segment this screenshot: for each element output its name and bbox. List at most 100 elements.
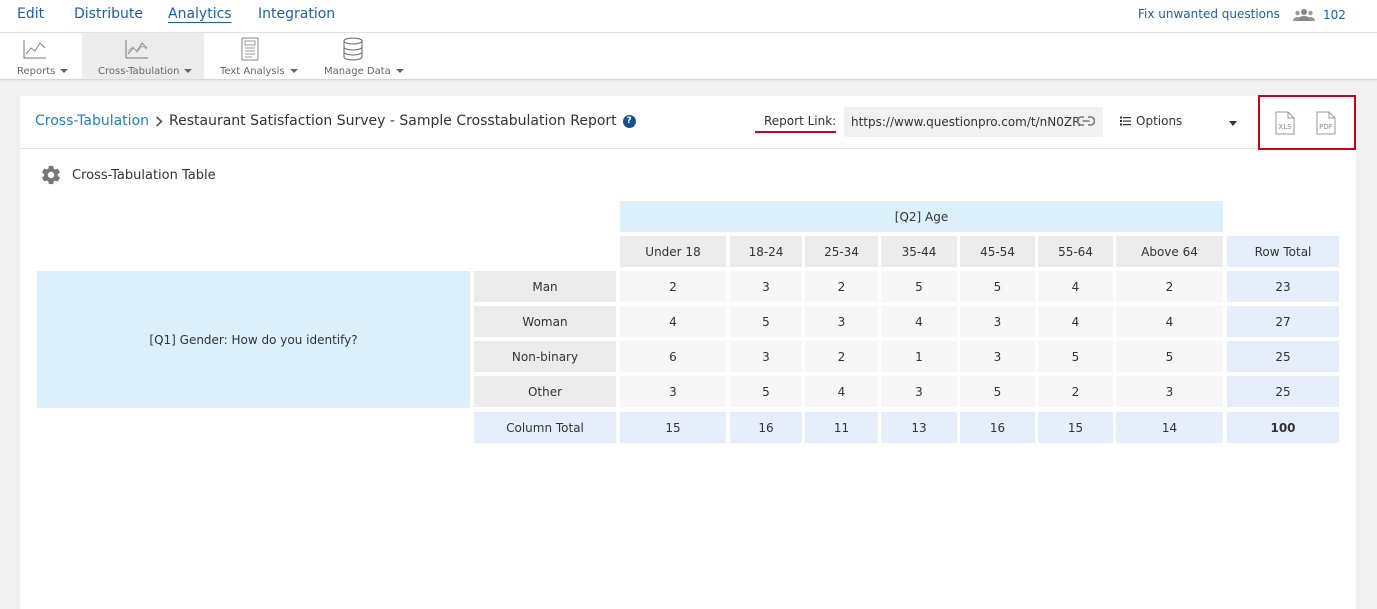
column-header: Under 18: [620, 236, 726, 267]
column-total-cell: 15: [620, 412, 726, 443]
table-cell: 2: [805, 341, 878, 372]
table-cell: 5: [1116, 341, 1223, 372]
table-cell: 3: [881, 376, 957, 407]
export-buttons-highlight: XLS PDF: [1258, 95, 1356, 150]
section-title: Cross-Tabulation Table: [40, 164, 216, 186]
options-dropdown[interactable]: Options: [1120, 114, 1182, 128]
column-header: 55-64: [1038, 236, 1113, 267]
pdf-label: PDF: [1319, 123, 1333, 131]
users-icon: [1293, 9, 1315, 21]
row-label: Non-binary: [474, 341, 616, 372]
table-cell: 3: [960, 341, 1035, 372]
nav-integration[interactable]: Integration: [258, 6, 335, 22]
toolbar-manage-data[interactable]: Manage Data: [308, 33, 408, 79]
report-url-field[interactable]: https://www.questionpro.com/t/nN0ZR: [844, 107, 1103, 137]
toolbar-reports-label: Reports: [17, 66, 56, 77]
cross-tab-chart-icon: [125, 40, 148, 59]
breadcrumb: Cross-Tabulation Restaurant Satisfaction…: [35, 113, 636, 129]
column-total-cell: 13: [881, 412, 957, 443]
top-navigation: Edit Distribute Analytics Integration Fi…: [0, 0, 1377, 33]
chevron-down-icon[interactable]: [1229, 121, 1237, 126]
options-label: Options: [1136, 114, 1183, 128]
column-header: 45-54: [960, 236, 1035, 267]
xls-label: XLS: [1278, 123, 1292, 131]
column-header: 35-44: [881, 236, 957, 267]
nav-edit[interactable]: Edit: [17, 6, 44, 22]
table-cell: 1: [881, 341, 957, 372]
row-total-cell: 27: [1227, 306, 1339, 337]
column-total-cell: 16: [960, 412, 1035, 443]
table-cell: 4: [805, 376, 878, 407]
column-total-label: Column Total: [474, 412, 616, 443]
table-cell: 5: [881, 271, 957, 302]
table-cell: 2: [1038, 376, 1113, 407]
row-total-cell: 25: [1227, 376, 1339, 407]
table-cell: 2: [620, 271, 726, 302]
table-cell: 3: [805, 306, 878, 337]
cross-tabulation-panel: Cross-Tabulation Restaurant Satisfaction…: [20, 95, 1356, 609]
row-label: Woman: [474, 306, 616, 337]
table-cell: 6: [620, 341, 726, 372]
row-label: Man: [474, 271, 616, 302]
table-cell: 4: [881, 306, 957, 337]
chevron-right-icon: [155, 115, 163, 127]
table-cell: 4: [620, 306, 726, 337]
xls-export-button[interactable]: XLS: [1275, 111, 1295, 135]
table-cell: 5: [730, 376, 802, 407]
help-icon[interactable]: ?: [622, 114, 636, 128]
list-icon: [1120, 116, 1131, 126]
table-cell: 5: [960, 271, 1035, 302]
row-label: Other: [474, 376, 616, 407]
table-cell: 3: [730, 271, 802, 302]
toolbar-reports[interactable]: Reports: [0, 33, 82, 79]
toolbar-manage-data-label: Manage Data: [324, 66, 391, 77]
chevron-down-icon: [395, 69, 404, 73]
pdf-export-button[interactable]: PDF: [1316, 111, 1336, 135]
column-header: 18-24: [730, 236, 802, 267]
column-total-cell: 11: [805, 412, 878, 443]
table-cell: 5: [960, 376, 1035, 407]
text-document-icon: [241, 37, 259, 61]
toolbar-cross-tabulation[interactable]: Cross-Tabulation: [82, 33, 204, 79]
copy-link-icon[interactable]: [1077, 115, 1095, 127]
table-cell: 3: [620, 376, 726, 407]
nav-distribute[interactable]: Distribute: [74, 6, 143, 22]
table-cell: 3: [1116, 376, 1223, 407]
column-total-cell: 15: [1038, 412, 1113, 443]
row-total-header: Row Total: [1227, 236, 1339, 267]
user-count-button[interactable]: 102: [1293, 8, 1346, 22]
report-header: Cross-Tabulation Restaurant Satisfaction…: [20, 95, 1356, 150]
toolbar-text-analysis-label: Text Analysis: [220, 66, 285, 77]
toolbar-cross-tabulation-label: Cross-Tabulation: [98, 66, 180, 77]
breadcrumb-cross-tabulation-link[interactable]: Cross-Tabulation: [35, 113, 149, 129]
table-cell: 3: [960, 306, 1035, 337]
table-cell: 4: [1038, 306, 1113, 337]
grand-total-cell: 100: [1227, 412, 1339, 443]
table-cell: 5: [1038, 341, 1113, 372]
table-cell: 3: [730, 341, 802, 372]
report-url-text: https://www.questionpro.com/t/nN0ZR: [851, 115, 1081, 129]
analytics-toolbar: Reports Cross-Tabulation Text Analysis M…: [0, 33, 1377, 80]
toolbar-text-analysis[interactable]: Text Analysis: [204, 33, 308, 79]
report-title: Restaurant Satisfaction Survey - Sample …: [169, 113, 617, 129]
row-total-cell: 25: [1227, 341, 1339, 372]
database-icon: [343, 37, 363, 61]
column-header: Above 64: [1116, 236, 1223, 267]
chevron-down-icon: [60, 69, 69, 73]
nav-analytics[interactable]: Analytics: [168, 6, 232, 22]
table-cell: 5: [730, 306, 802, 337]
gear-icon[interactable]: [40, 164, 62, 186]
column-total-cell: 16: [730, 412, 802, 443]
table-cell: 4: [1116, 306, 1223, 337]
column-question-header: [Q2] Age: [620, 201, 1223, 232]
column-total-cell: 14: [1116, 412, 1223, 443]
column-header: 25-34: [805, 236, 878, 267]
table-cell: 4: [1038, 271, 1113, 302]
row-question-header: [Q1] Gender: How do you identify?: [37, 271, 470, 408]
fix-unwanted-questions-link[interactable]: Fix unwanted questions: [1138, 7, 1280, 21]
chevron-down-icon: [184, 69, 193, 73]
row-total-cell: 23: [1227, 271, 1339, 302]
report-link-highlight: [755, 131, 836, 133]
table-cell: 2: [805, 271, 878, 302]
user-count: 102: [1323, 8, 1346, 22]
